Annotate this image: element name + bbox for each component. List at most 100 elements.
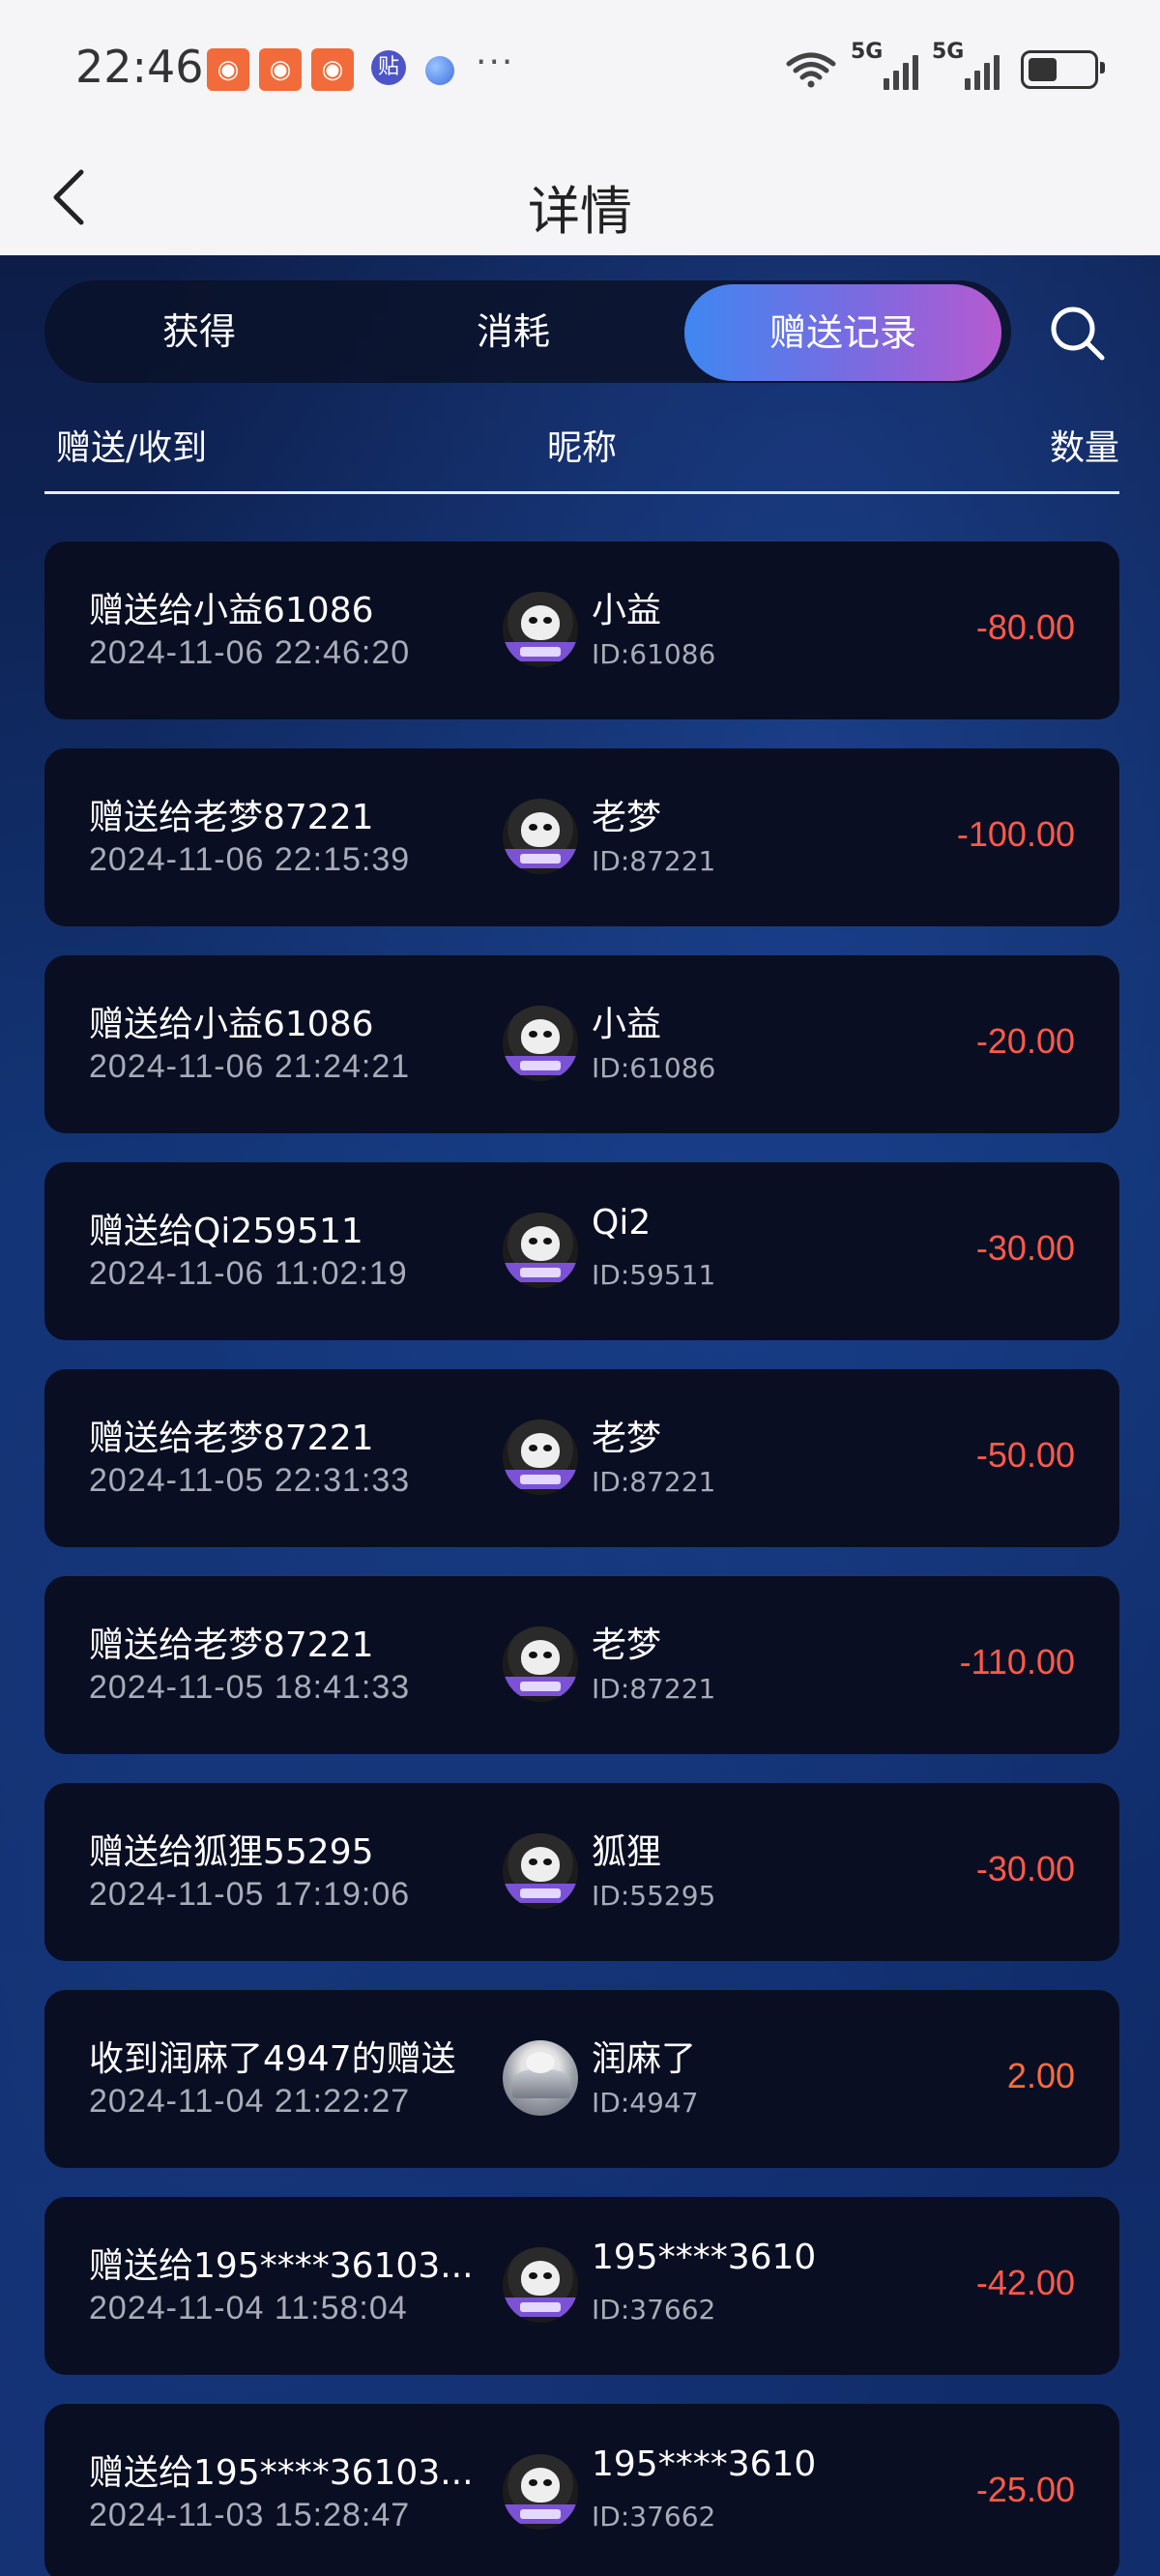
- record-row[interactable]: 赠送给狐狸55295 2024-11-05 17:19:06 狐狸 ID:552…: [44, 1783, 1119, 1961]
- record-title: 赠送给195****36103...: [89, 2246, 474, 2286]
- battery-icon: [1021, 50, 1105, 89]
- main-content: 获得 消耗 赠送记录 赠送/收到 昵称 数量 赠送给小益61086 2024-1…: [0, 255, 1160, 2576]
- record-user-id: ID:55295: [592, 1880, 716, 1912]
- user-avatar[interactable]: [503, 1626, 578, 1702]
- record-row[interactable]: 赠送给195****36103... 2024-11-04 11:58:04 1…: [44, 2197, 1119, 2375]
- record-amount: -100.00: [956, 814, 1075, 854]
- tab-gift-records[interactable]: 赠送记录: [684, 284, 1001, 381]
- record-nickname: 老梦: [592, 798, 662, 837]
- record-nickname: 老梦: [592, 1625, 662, 1665]
- record-amount: -50.00: [975, 1435, 1075, 1475]
- record-time: 2024-11-06 21:24:21: [89, 1048, 411, 1085]
- tab-bar: 获得 消耗 赠送记录: [44, 280, 1011, 383]
- battery-level: [1029, 58, 1057, 81]
- user-avatar[interactable]: [503, 1420, 578, 1495]
- record-nickname: 195****3610: [592, 2444, 817, 2484]
- search-button[interactable]: [1044, 300, 1110, 366]
- record-user-id: ID:37662: [592, 2294, 716, 2326]
- user-avatar[interactable]: [503, 592, 578, 667]
- record-title: 赠送给老梦87221: [89, 1419, 374, 1458]
- signal-5g-1-icon: 5G: [851, 40, 918, 94]
- record-amount: -30.00: [975, 1849, 1075, 1888]
- record-time: 2024-11-06 22:15:39: [89, 841, 411, 878]
- record-amount: -30.00: [975, 1228, 1075, 1268]
- record-title: 赠送给Qi259511: [89, 1212, 363, 1251]
- user-avatar[interactable]: [503, 2454, 578, 2530]
- record-title: 赠送给小益61086: [89, 1005, 374, 1044]
- record-time: 2024-11-04 21:22:27: [89, 2083, 411, 2120]
- column-headers: 赠送/收到 昵称 数量: [44, 420, 1119, 478]
- record-nickname: 小益: [592, 1005, 662, 1044]
- status-bar: 22:46 ◉ ◉ ◉ 贴 ··· 5G 5G: [0, 0, 1160, 139]
- record-row[interactable]: 赠送给小益61086 2024-11-06 21:24:21 小益 ID:610…: [44, 955, 1119, 1133]
- user-avatar[interactable]: [503, 1833, 578, 1909]
- record-user-id: ID:59511: [592, 1259, 716, 1291]
- record-amount: -25.00: [975, 2470, 1075, 2509]
- record-row[interactable]: 赠送给195****36103... 2024-11-03 15:28:47 1…: [44, 2404, 1119, 2576]
- user-avatar[interactable]: [503, 1006, 578, 1081]
- record-row[interactable]: 赠送给小益61086 2024-11-06 22:46:20 小益 ID:610…: [44, 542, 1119, 719]
- signal-label: 5G: [851, 40, 884, 64]
- record-nickname: 老梦: [592, 1419, 662, 1458]
- status-time: 22:46: [75, 41, 204, 93]
- user-avatar[interactable]: [503, 2247, 578, 2323]
- wifi-icon: [786, 52, 836, 88]
- search-icon: [1051, 307, 1105, 361]
- record-user-id: ID:87221: [592, 1673, 716, 1705]
- record-title: 赠送给小益61086: [89, 591, 374, 630]
- status-indicators: 5G 5G: [785, 40, 1105, 97]
- header-divider: [44, 491, 1119, 494]
- record-amount: 2.00: [1006, 2056, 1075, 2095]
- record-title: 收到润麻了4947的赠送: [89, 2039, 456, 2079]
- user-avatar[interactable]: [503, 799, 578, 874]
- tab-earned[interactable]: 获得: [102, 280, 296, 383]
- user-avatar[interactable]: [503, 2040, 578, 2116]
- record-title: 赠送给狐狸55295: [89, 1832, 374, 1872]
- record-amount: -110.00: [959, 1642, 1075, 1682]
- record-time: 2024-11-05 17:19:06: [89, 1876, 411, 1913]
- record-user-id: ID:4947: [592, 2087, 699, 2119]
- record-time: 2024-11-06 11:02:19: [89, 1255, 408, 1292]
- app-notification-icon: ◉: [311, 48, 354, 91]
- app-dot-icon: [425, 56, 454, 85]
- record-title: 赠送给老梦87221: [89, 798, 374, 837]
- record-time: 2024-11-05 22:31:33: [89, 1462, 411, 1499]
- tab-consumed[interactable]: 消耗: [417, 280, 610, 383]
- record-amount: -80.00: [975, 607, 1075, 647]
- record-row[interactable]: 赠送给Qi259511 2024-11-06 11:02:19 Qi2 ID:5…: [44, 1162, 1119, 1340]
- tieba-icon: 贴: [371, 50, 406, 85]
- signal-label: 5G: [932, 40, 965, 64]
- record-user-id: ID:61086: [592, 1052, 716, 1084]
- record-nickname: Qi2: [592, 1203, 652, 1243]
- column-header-type: 赠送/收到: [56, 428, 208, 468]
- record-nickname: 润麻了: [592, 2039, 697, 2079]
- column-header-amount: 数量: [1049, 428, 1119, 468]
- record-nickname: 狐狸: [592, 1832, 662, 1872]
- record-row[interactable]: 赠送给老梦87221 2024-11-05 18:41:33 老梦 ID:872…: [44, 1576, 1119, 1754]
- record-nickname: 195****3610: [592, 2238, 817, 2277]
- record-title: 赠送给195****36103...: [89, 2453, 474, 2493]
- record-row[interactable]: 赠送给老梦87221 2024-11-06 22:15:39 老梦 ID:872…: [44, 748, 1119, 926]
- record-amount: -20.00: [975, 1021, 1075, 1061]
- record-time: 2024-11-06 22:46:20: [89, 634, 411, 671]
- record-user-id: ID:87221: [592, 1466, 716, 1498]
- page-title: 详情: [528, 181, 632, 242]
- record-user-id: ID:37662: [592, 2501, 716, 2532]
- app-notification-icon: ◉: [207, 48, 249, 91]
- record-time: 2024-11-04 11:58:04: [89, 2290, 408, 2327]
- record-user-id: ID:61086: [592, 638, 716, 670]
- record-time: 2024-11-05 18:41:33: [89, 1669, 411, 1706]
- record-title: 赠送给老梦87221: [89, 1625, 374, 1665]
- user-avatar[interactable]: [503, 1213, 578, 1288]
- more-notifications-icon: ···: [476, 43, 515, 82]
- signal-5g-2-icon: 5G: [932, 40, 1000, 94]
- record-nickname: 小益: [592, 591, 662, 630]
- record-user-id: ID:87221: [592, 845, 716, 877]
- record-amount: -42.00: [975, 2263, 1075, 2302]
- record-row[interactable]: 收到润麻了4947的赠送 2024-11-04 21:22:27 润麻了 ID:…: [44, 1990, 1119, 2168]
- title-bar: 详情: [0, 139, 1160, 255]
- column-header-nickname: 昵称: [547, 428, 618, 468]
- record-time: 2024-11-03 15:28:47: [89, 2497, 411, 2533]
- record-row[interactable]: 赠送给老梦87221 2024-11-05 22:31:33 老梦 ID:872…: [44, 1369, 1119, 1547]
- app-notification-icon: ◉: [259, 48, 302, 91]
